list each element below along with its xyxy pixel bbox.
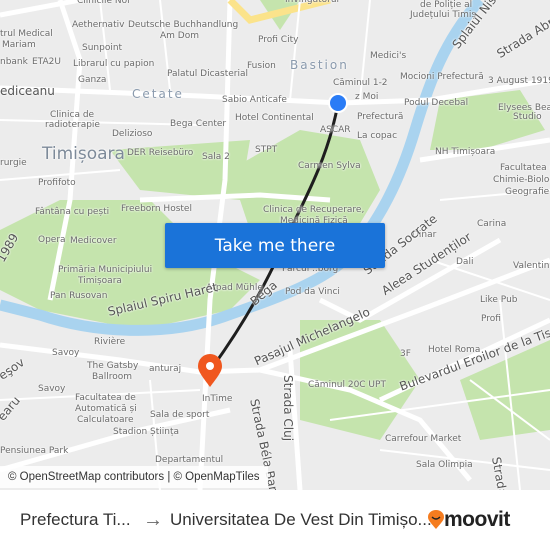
- moovit-pin-icon: [428, 510, 444, 529]
- map-label: Sala Olimpia: [416, 460, 473, 470]
- map-label: Pod da Vinci: [285, 287, 340, 297]
- map[interactable]: Clinicile Noi Aethernativ Deutsche Buchhan…: [0, 0, 550, 490]
- destination-pin-icon[interactable]: [197, 354, 223, 388]
- map-label: Departamentul: [155, 455, 224, 465]
- map-label: nbank: [0, 57, 28, 67]
- map-label: Profi: [481, 314, 501, 324]
- map-label: Opera: [38, 235, 66, 245]
- map-label: Savoy: [38, 384, 66, 394]
- map-label: Rivière: [94, 337, 126, 347]
- map-label: Medicover: [70, 236, 117, 246]
- map-label: Aethernativ: [72, 20, 125, 30]
- map-label: Bega Center: [170, 119, 227, 129]
- map-label: Pensiunea Park: [0, 446, 69, 456]
- map-label: Fusion: [247, 61, 276, 71]
- map-label: Carrefour Market: [385, 434, 462, 444]
- map-label: Cetate: [132, 87, 184, 101]
- map-label: Mocioni Prefectură: [400, 72, 484, 82]
- map-label: Timișoara: [78, 276, 122, 286]
- map-label: Savoy: [52, 348, 80, 358]
- map-label: Clinica de Recuperare,: [263, 205, 365, 215]
- map-label: Delizioso: [112, 129, 153, 139]
- map-label: Geografie: [505, 187, 550, 197]
- origin-name: Prefectura Ti...: [20, 510, 131, 529]
- map-label: Like Pub: [480, 295, 518, 305]
- map-label: Sunpoint: [82, 43, 123, 53]
- map-label: ASCAR: [320, 125, 351, 135]
- map-label: z Moi: [355, 92, 379, 102]
- arrow-right-icon: →: [143, 508, 163, 531]
- map-label: Freeborn Hostel: [121, 204, 192, 214]
- map-label: Bastion: [290, 58, 349, 72]
- map-label: Hotel Continental: [235, 113, 314, 123]
- map-label: Sala 2: [202, 152, 230, 162]
- map-label: Carina: [477, 219, 507, 229]
- map-label: Automatică și: [75, 404, 137, 414]
- map-label: Pan Rusovan: [50, 291, 108, 301]
- map-label: Deutsche Buchhandlung: [128, 20, 239, 30]
- map-label: NH Timișoara: [435, 147, 496, 157]
- map-attribution[interactable]: © OpenStreetMap contributors | © OpenMap…: [0, 466, 268, 488]
- map-label: Palatul Dicasterial: [167, 69, 249, 79]
- map-label: Județului Timiș: [410, 10, 477, 20]
- map-label: Mariam: [2, 40, 36, 50]
- map-label: Sabio Anticafe: [222, 95, 287, 105]
- map-label: Fântâna cu pești: [35, 207, 110, 217]
- take-me-there-button[interactable]: Take me there: [165, 223, 385, 268]
- map-label: ETA2U: [32, 57, 61, 67]
- origin-marker[interactable]: [328, 93, 348, 113]
- map-label: Valentina: [513, 261, 550, 271]
- map-label: Dali: [456, 257, 474, 267]
- map-label: ediceanu: [0, 84, 55, 98]
- map-label: trul Medical: [0, 29, 53, 39]
- map-label: de Poliție al: [420, 0, 473, 10]
- map-label: Chimie-Biologie-: [493, 175, 550, 185]
- map-label: The Gatsby: [87, 361, 139, 371]
- map-label: Timișoara: [42, 144, 125, 164]
- destination-name: Universitatea De Vest Din Timișo...: [170, 510, 432, 529]
- map-label: 3F: [400, 349, 411, 359]
- moovit-logo: moovit: [428, 508, 510, 532]
- map-label: 3 August 1919: [488, 76, 550, 86]
- map-label: Calculatoare: [77, 415, 134, 425]
- map-label: Clinica de: [50, 110, 95, 120]
- map-label: Librarul cu papion: [73, 59, 155, 69]
- map-label: Primăria Municipiului: [58, 265, 153, 275]
- map-label: rurgie: [0, 158, 27, 168]
- map-label: Căminul 20C UPT: [308, 380, 386, 390]
- map-label: Căminul 1-2: [333, 78, 388, 88]
- map-label: Strada Cluj: [281, 375, 295, 442]
- route-footer: Prefectura Ti... → Universitatea De Vest…: [0, 490, 550, 550]
- map-label: Ballroom: [92, 372, 132, 382]
- map-label: La copac: [357, 131, 398, 141]
- map-label: Profi City: [258, 35, 299, 45]
- map-label: Studio: [513, 112, 542, 122]
- map-label: Clinicile Noi: [77, 0, 130, 6]
- map-label: Podul Decebal: [404, 98, 469, 108]
- map-label: anturaj: [149, 364, 182, 374]
- map-label: Am Dom: [160, 31, 199, 41]
- map-label: STPT: [255, 145, 278, 155]
- map-label: Profifoto: [38, 178, 76, 188]
- map-label: Facultatea de: [500, 163, 550, 173]
- map-label: Sala de sport: [150, 410, 210, 420]
- map-label: radioterapie: [45, 120, 100, 130]
- map-label: Stadion Știința: [113, 427, 180, 437]
- map-label: Medici's: [370, 51, 407, 61]
- map-label: Facultatea de: [75, 393, 136, 403]
- map-label: Ganza: [78, 75, 107, 85]
- map-label: Carmen Sylva: [298, 161, 361, 171]
- map-label: InTime: [202, 394, 233, 404]
- map-label: Prefectură: [357, 112, 404, 122]
- map-label: Invingatorul: [285, 0, 340, 5]
- map-label: DER Reisebüro: [127, 148, 194, 158]
